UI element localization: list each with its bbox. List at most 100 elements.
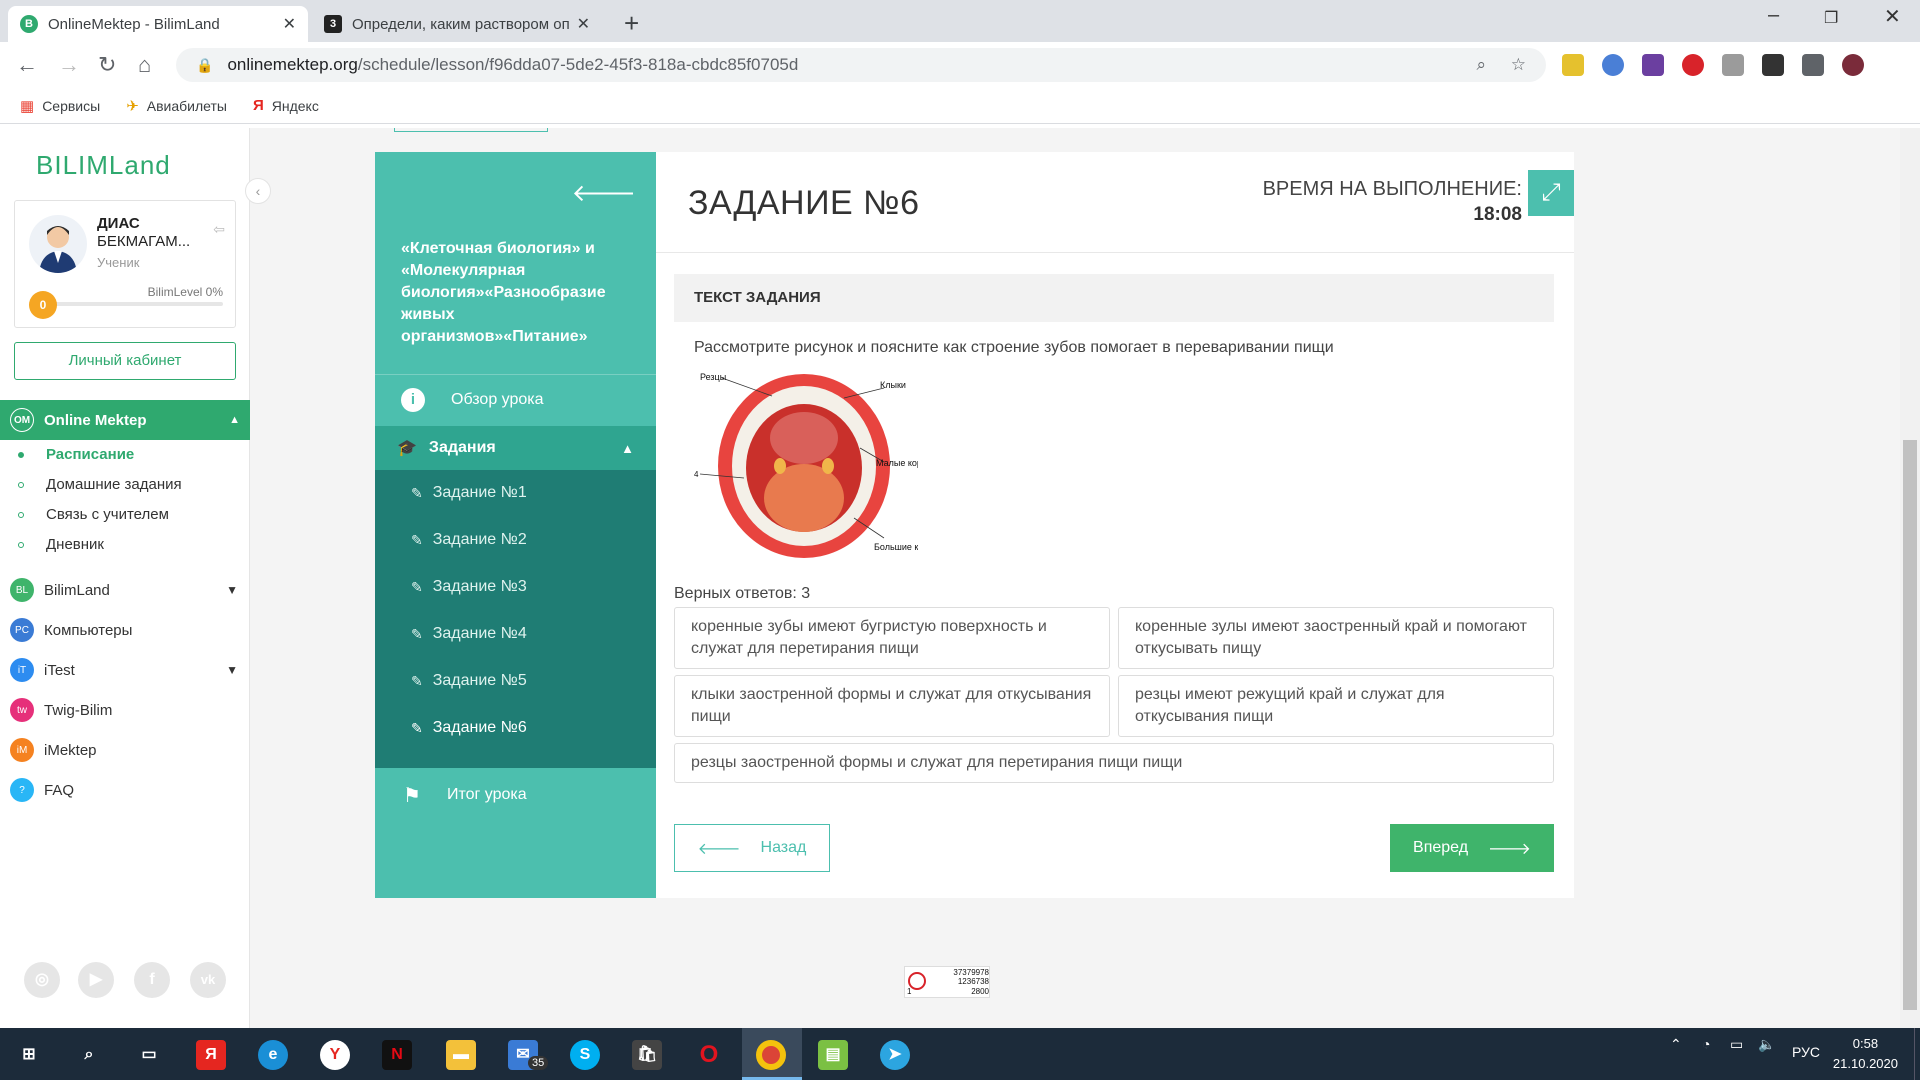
nav-schedule[interactable]: Расписание bbox=[18, 446, 134, 463]
yandex-browser-icon[interactable]: Я bbox=[196, 1040, 226, 1070]
extension-icon[interactable] bbox=[1562, 54, 1584, 76]
answer-option-5[interactable]: резцы заостренной формы и служат для пер… bbox=[674, 743, 1554, 783]
tray-chevron-icon[interactable]: ⌃ bbox=[1670, 1036, 1682, 1053]
extension-icon[interactable] bbox=[1642, 54, 1664, 76]
youtube-icon[interactable]: ▶ bbox=[78, 962, 114, 998]
user-last-name: БЕКМАГАМ... bbox=[97, 233, 191, 250]
nav-itest[interactable]: iT iTest ▼ bbox=[0, 652, 250, 688]
nav-computers[interactable]: PC Компьютеры bbox=[0, 612, 250, 648]
answer-option-3[interactable]: клыки заостренной формы и служат для отк… bbox=[674, 675, 1110, 737]
logout-icon[interactable]: ⇦ bbox=[213, 221, 225, 238]
nav-homework[interactable]: Домашние задания bbox=[18, 476, 182, 493]
home-icon[interactable]: ⌂ bbox=[138, 52, 151, 78]
windows-taskbar: ⊞ ⌕ ▭ Я e Y N ▬ ✉ 35 S 🛍 O ▤ ➤ ⌃ ◔ ▭ 🔈 Р… bbox=[0, 1028, 1920, 1080]
extension-icon[interactable] bbox=[1602, 54, 1624, 76]
edit-icon: ✎ bbox=[411, 625, 423, 642]
close-tab-icon[interactable]: ✕ bbox=[577, 14, 590, 34]
task-item-6[interactable]: ✎ Задание №6 bbox=[411, 719, 527, 737]
close-tab-icon[interactable]: ✕ bbox=[283, 14, 296, 34]
nav-faq[interactable]: ? FAQ bbox=[0, 772, 250, 808]
nav-diary[interactable]: Дневник bbox=[18, 536, 104, 553]
label-canines: Клыки bbox=[880, 380, 906, 390]
file-explorer-icon[interactable]: ▬ bbox=[446, 1040, 476, 1070]
task-item-5[interactable]: ✎ Задание №5 bbox=[411, 672, 527, 690]
store-icon[interactable]: 🛍 bbox=[632, 1040, 662, 1070]
language-indicator[interactable]: РУС bbox=[1792, 1044, 1820, 1060]
task-item-4[interactable]: ✎ Задание №4 bbox=[411, 625, 527, 643]
task-view-icon[interactable]: ▭ bbox=[134, 1040, 164, 1070]
instagram-icon[interactable]: ◎ bbox=[24, 962, 60, 998]
netflix-icon[interactable]: N bbox=[382, 1040, 412, 1070]
back-button[interactable]: 🡐 Назад bbox=[674, 824, 830, 872]
search-icon[interactable]: ⌕ bbox=[74, 1040, 104, 1070]
yandex-icon[interactable]: Y bbox=[320, 1040, 350, 1070]
telegram-icon[interactable]: ➤ bbox=[880, 1040, 910, 1070]
maximize-icon[interactable]: ❐ bbox=[1824, 8, 1838, 28]
lesson-result[interactable]: ⚑ Итог урока bbox=[375, 768, 656, 822]
vk-icon[interactable]: vk bbox=[190, 962, 226, 998]
bookmark-services[interactable]: ▦ Сервисы bbox=[20, 97, 100, 115]
user-first-name: ДИАС bbox=[97, 215, 140, 232]
imektep-icon: iM bbox=[10, 738, 34, 762]
reload-icon[interactable]: ↻ bbox=[98, 52, 116, 78]
chrome-icon[interactable] bbox=[756, 1040, 786, 1070]
forward-icon[interactable]: → bbox=[58, 52, 80, 78]
yandex-icon: Я bbox=[252, 97, 264, 114]
nav-twig-bilim[interactable]: tw Twig-Bilim bbox=[0, 692, 250, 728]
extension-icon[interactable] bbox=[1722, 54, 1744, 76]
visit-counter[interactable]: 37379978 1236738 2800 1 bbox=[904, 966, 990, 998]
clock[interactable]: 0:58 21.10.2020 bbox=[1833, 1034, 1898, 1074]
nav-imektep[interactable]: iM iMektep bbox=[0, 732, 250, 768]
address-bar[interactable]: 🔒 onlinemektep.org/schedule/lesson/f96dd… bbox=[176, 48, 1546, 82]
extension-icon[interactable] bbox=[1762, 54, 1784, 76]
counter-value-3: 2800 bbox=[971, 987, 989, 996]
answer-option-4[interactable]: резцы имеют режущий край и служат для от… bbox=[1118, 675, 1554, 737]
personal-cabinet-button[interactable]: Личный кабинет bbox=[14, 342, 236, 380]
minimize-icon[interactable]: – bbox=[1768, 4, 1779, 27]
edge-icon[interactable]: e bbox=[258, 1040, 288, 1070]
task-text-header: ТЕКСТ ЗАДАНИЯ bbox=[674, 274, 1554, 322]
bookmark-flights[interactable]: ✈ Авиабилеты bbox=[126, 97, 227, 115]
tab-onlinemektep[interactable]: B OnlineMektep - BilimLand ✕ bbox=[8, 6, 308, 42]
opera-icon[interactable]: O bbox=[694, 1040, 724, 1070]
answer-option-1[interactable]: коренные зубы имеют бугристую поверхност… bbox=[674, 607, 1110, 669]
tasks-header[interactable]: 🎓 Задания ▲ bbox=[375, 426, 656, 470]
task-item-3[interactable]: ✎ Задание №3 bbox=[411, 578, 527, 596]
answer-option-2[interactable]: коренные зулы имеют заостренный край и п… bbox=[1118, 607, 1554, 669]
nav-bilimland[interactable]: BL BilimLand ▼ bbox=[0, 572, 250, 608]
collapse-sidebar-icon[interactable]: ‹ bbox=[245, 178, 271, 204]
facebook-icon[interactable]: f bbox=[134, 962, 170, 998]
show-desktop[interactable] bbox=[1914, 1028, 1920, 1080]
bookmarks-bar: ▦ Сервисы ✈ Авиабилеты Я Яндекс bbox=[0, 88, 1920, 124]
bookmark-yandex[interactable]: Я Яндекс bbox=[253, 97, 319, 114]
nav-contact-teacher[interactable]: Связь с учителем bbox=[18, 506, 169, 523]
nav-label: Связь с учителем bbox=[46, 506, 169, 523]
puzzle-icon[interactable] bbox=[1802, 54, 1824, 76]
network-icon[interactable]: ◔ bbox=[1702, 1036, 1710, 1052]
arrow-left-icon: 🡐 bbox=[697, 840, 741, 858]
lesson-overview[interactable]: i Обзор урока bbox=[375, 374, 656, 424]
task-item-2[interactable]: ✎ Задание №2 bbox=[411, 531, 527, 549]
bilim-level-label: BilimLevel 0% bbox=[147, 285, 223, 299]
profile-card: ДИАС БЕКМАГАМ... Ученик ⇦ BilimLevel 0% … bbox=[14, 200, 236, 328]
battery-icon[interactable]: ▭ bbox=[1730, 1036, 1743, 1053]
windows-start-icon[interactable]: ⊞ bbox=[14, 1040, 44, 1070]
nav-online-mektep[interactable]: OM Online Mektep ▲ bbox=[0, 400, 250, 440]
profile-avatar[interactable] bbox=[1842, 54, 1864, 76]
tab-second[interactable]: 3 Определи, каким раствором оп ✕ bbox=[312, 6, 602, 42]
star-icon[interactable]: ☆ bbox=[1511, 55, 1526, 75]
fullscreen-icon[interactable]: ⤢ bbox=[1528, 170, 1574, 216]
volume-icon[interactable]: 🔈 bbox=[1758, 1036, 1775, 1053]
scrollbar-thumb[interactable] bbox=[1903, 440, 1917, 1010]
back-icon[interactable]: ← bbox=[16, 52, 38, 78]
close-window-icon[interactable]: ✕ bbox=[1884, 4, 1901, 29]
zoom-icon[interactable]: ⌕ bbox=[1476, 55, 1486, 75]
arrow-left-icon[interactable]: 🡐 bbox=[572, 178, 636, 208]
task-item-1[interactable]: ✎ Задание №1 bbox=[411, 484, 527, 502]
skype-icon[interactable]: S bbox=[570, 1040, 600, 1070]
bluestacks-icon[interactable]: ▤ bbox=[818, 1040, 848, 1070]
bilimland-logo[interactable]: BILIMLand bbox=[36, 150, 171, 181]
next-button[interactable]: Вперед 🡒 bbox=[1390, 824, 1554, 872]
extension-icon[interactable] bbox=[1682, 54, 1704, 76]
new-tab-icon[interactable]: + bbox=[624, 8, 639, 39]
